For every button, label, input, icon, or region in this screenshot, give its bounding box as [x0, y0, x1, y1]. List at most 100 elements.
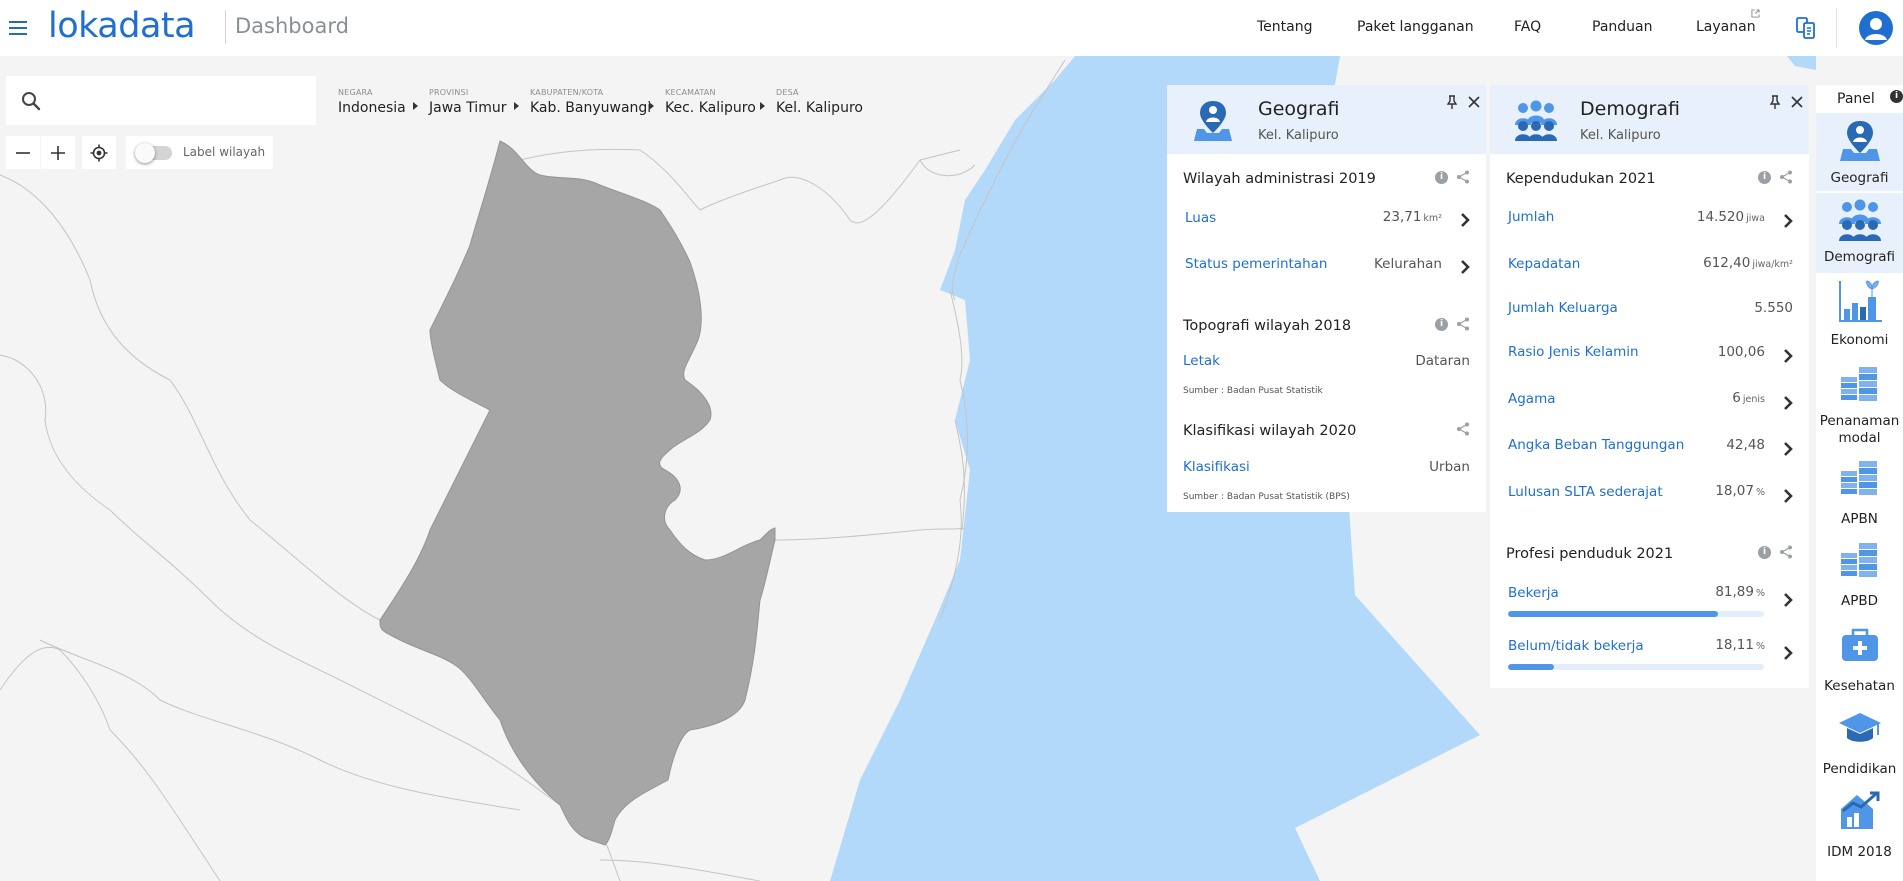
- row-klasifikasi-label[interactable]: Klasifikasi: [1183, 459, 1250, 475]
- breadcrumb-desa[interactable]: DESA Kel. Kalipuro: [776, 88, 863, 116]
- money-stack-icon: [1841, 543, 1877, 577]
- demografi-panel-title: Demografi: [1580, 98, 1680, 120]
- row-jumlah-label[interactable]: Jumlah: [1508, 209, 1554, 225]
- logo-divider: [225, 10, 226, 44]
- rail-item-demografi[interactable]: Demografi: [1816, 193, 1903, 273]
- search-input[interactable]: [54, 86, 304, 114]
- user-avatar-icon[interactable]: [1859, 11, 1893, 45]
- chevron-right-icon[interactable]: [1459, 212, 1471, 228]
- belum-bekerja-progress-fill: [1508, 664, 1555, 670]
- nav-panduan[interactable]: Panduan: [1592, 19, 1652, 35]
- nav-faq[interactable]: FAQ: [1514, 19, 1541, 35]
- section-title: Topografi wilayah 2018: [1183, 318, 1352, 334]
- row-kepadatan-label[interactable]: Kepadatan: [1508, 256, 1580, 272]
- medical-kit-icon: [1842, 628, 1878, 661]
- breadcrumb-arrow-icon: [760, 102, 765, 110]
- row-letak-label[interactable]: Letak: [1183, 353, 1220, 369]
- row-agama-value: 6 jenis: [1732, 390, 1765, 406]
- rail-item-geografi[interactable]: Geografi: [1816, 113, 1903, 191]
- nav-paket-langganan[interactable]: Paket langganan: [1357, 19, 1474, 35]
- rail-item-label: Ekonomi: [1830, 332, 1889, 348]
- row-agama-label[interactable]: Agama: [1508, 391, 1556, 407]
- chevron-right-icon[interactable]: [1782, 645, 1794, 661]
- row-lulusan-slta-value: 18,07%: [1715, 483, 1765, 499]
- row-belum-bekerja-label[interactable]: Belum/tidak bekerja: [1508, 638, 1644, 654]
- document-icon[interactable]: [1796, 16, 1816, 40]
- rail-item-label: APBD: [1840, 593, 1879, 609]
- info-icon[interactable]: i: [1435, 318, 1448, 331]
- info-icon[interactable]: i: [1435, 171, 1448, 184]
- toggle-knob: [135, 143, 155, 163]
- info-icon[interactable]: i: [1890, 90, 1903, 103]
- nav-layanan[interactable]: Layanan: [1696, 19, 1756, 35]
- breadcrumb-value: Jawa Timur: [429, 100, 507, 116]
- pin-icon[interactable]: [1767, 94, 1783, 110]
- geografi-panel-title: Geografi: [1258, 98, 1340, 120]
- rail-item-label: APBN: [1841, 511, 1878, 527]
- label-wilayah-toggle[interactable]: [135, 143, 172, 163]
- zoom-in-button[interactable]: [41, 136, 75, 169]
- share-icon[interactable]: [1456, 422, 1470, 436]
- belum-bekerja-progress-bar: [1508, 664, 1764, 670]
- chevron-right-icon[interactable]: [1459, 259, 1471, 275]
- breadcrumb-arrow-icon: [413, 102, 418, 110]
- lokadata-logo[interactable]: lokadata: [48, 2, 196, 52]
- rail-item-apbd[interactable]: APBD: [1816, 537, 1903, 617]
- close-icon[interactable]: [1789, 94, 1805, 110]
- menu-icon[interactable]: [6, 16, 30, 40]
- row-rasio-jenis-kelamin-label[interactable]: Rasio Jenis Kelamin: [1508, 344, 1639, 360]
- row-belum-bekerja-value: 18,11%: [1715, 637, 1765, 653]
- rail-item-apbn[interactable]: APBN: [1816, 455, 1903, 533]
- rail-item-kesehatan[interactable]: Kesehatan: [1816, 621, 1903, 701]
- row-status-pemerintahan-label[interactable]: Status pemerintahan: [1185, 256, 1327, 272]
- info-icon[interactable]: i: [1758, 546, 1771, 559]
- info-icon[interactable]: i: [1758, 171, 1771, 184]
- search-icon[interactable]: [20, 90, 42, 112]
- rail-title: Panel: [1837, 91, 1875, 107]
- locate-button[interactable]: [82, 136, 116, 169]
- geografi-panel: Geografi Kel. Kalipuro Wilayah administr…: [1167, 85, 1486, 512]
- people-group-icon: [1839, 199, 1881, 241]
- share-icon[interactable]: [1779, 170, 1793, 184]
- label-wilayah-control[interactable]: Label wilayah: [126, 136, 273, 169]
- panel-rail: Panel i Geografi Demografi Ekonomi Penan…: [1816, 85, 1903, 881]
- row-bekerja-label[interactable]: Bekerja: [1508, 585, 1559, 601]
- rail-item-idm-2018[interactable]: IDM 2018: [1816, 787, 1903, 871]
- rail-item-penanaman-modal[interactable]: Penanaman modal: [1816, 361, 1903, 451]
- breadcrumb-kabupaten[interactable]: KABUPATEN/KOTA Kab. Banyuwangi: [530, 88, 651, 116]
- chevron-right-icon[interactable]: [1782, 592, 1794, 608]
- breadcrumb-level-label: DESA: [776, 88, 799, 97]
- row-lulusan-slta-label[interactable]: Lulusan SLTA sederajat: [1508, 484, 1663, 500]
- chevron-right-icon[interactable]: [1782, 441, 1794, 457]
- share-icon[interactable]: [1779, 545, 1793, 559]
- share-icon[interactable]: [1456, 317, 1470, 331]
- breadcrumb-negara[interactable]: NEGARA Indonesia: [338, 88, 406, 116]
- row-luas-label[interactable]: Luas: [1185, 210, 1216, 226]
- crosshair-icon: [90, 144, 108, 162]
- chevron-right-icon[interactable]: [1782, 213, 1794, 229]
- row-letak-value: Dataran: [1415, 353, 1470, 369]
- breadcrumb-kecamatan[interactable]: KECAMATAN Kec. Kalipuro: [665, 88, 756, 116]
- chevron-right-icon[interactable]: [1782, 348, 1794, 364]
- close-icon[interactable]: [1466, 94, 1482, 110]
- chevron-right-icon[interactable]: [1782, 488, 1794, 504]
- rail-item-pendidikan[interactable]: Pendidikan: [1816, 705, 1903, 785]
- row-angka-beban-tanggungan-label[interactable]: Angka Beban Tanggungan: [1508, 437, 1684, 453]
- nav-tentang[interactable]: Tentang: [1257, 19, 1313, 35]
- search-box[interactable]: [6, 76, 316, 125]
- breadcrumb-provinsi[interactable]: PROVINSI Jawa Timur: [429, 88, 506, 116]
- chevron-right-icon[interactable]: [1782, 395, 1794, 411]
- rail-item-ekonomi[interactable]: Ekonomi: [1816, 277, 1903, 357]
- breadcrumb-arrow-icon: [514, 102, 519, 110]
- section-title: Klasifikasi wilayah 2020: [1183, 423, 1357, 439]
- row-jumlah-value: 14.520 jiwa: [1696, 209, 1765, 225]
- row-jumlah-keluarga-label[interactable]: Jumlah Keluarga: [1508, 300, 1618, 316]
- source-note: Sumber : Badan Pusat Statistik (BPS): [1183, 492, 1350, 502]
- section-title: Kependudukan 2021: [1506, 171, 1656, 187]
- zoom-out-button[interactable]: [6, 136, 40, 169]
- top-header: lokadata Dashboard Tentang Paket langgan…: [0, 0, 1903, 56]
- breadcrumb-value: Kab. Banyuwangi: [530, 100, 652, 116]
- pin-icon[interactable]: [1444, 94, 1460, 110]
- bekerja-progress-bar: [1508, 611, 1764, 617]
- share-icon[interactable]: [1456, 170, 1470, 184]
